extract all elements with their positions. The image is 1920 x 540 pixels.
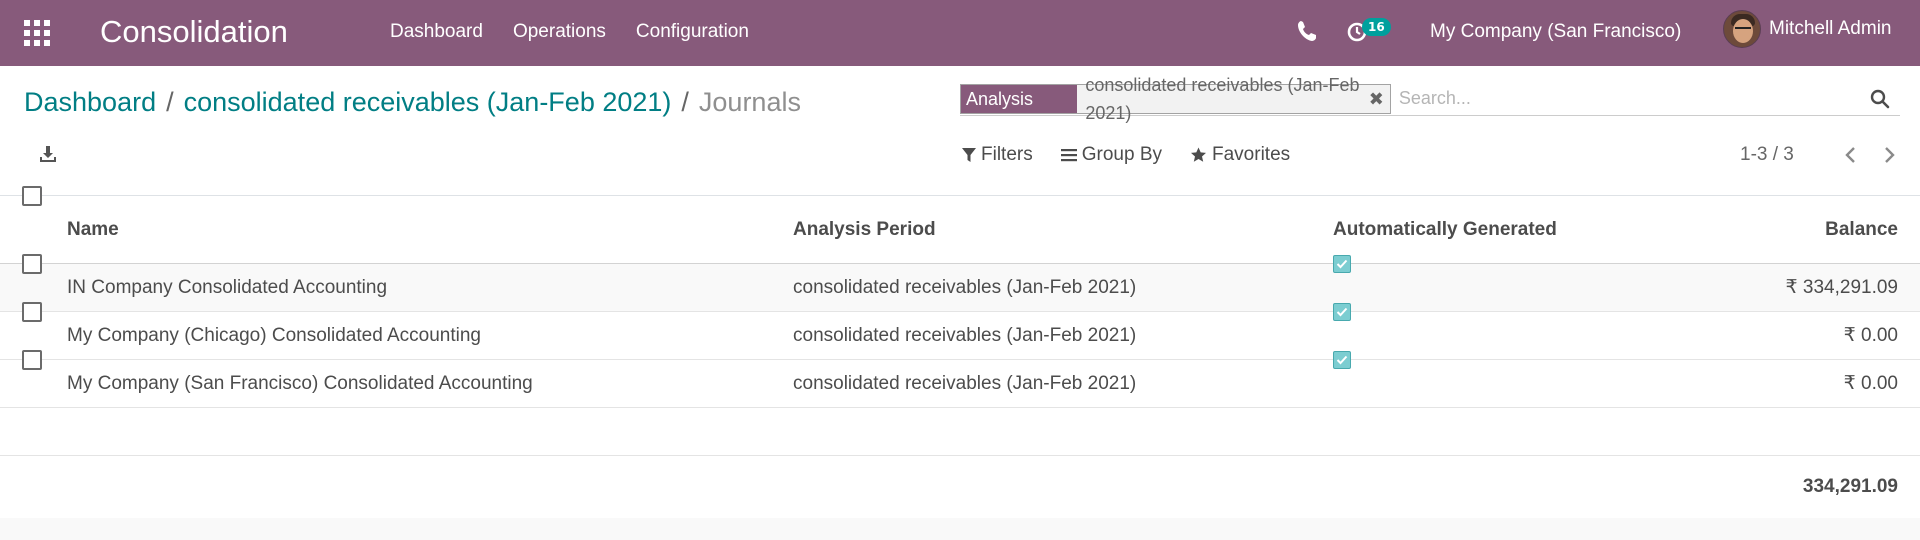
star-icon <box>1191 147 1206 162</box>
pager: 1-3 / 3 <box>1740 143 1902 167</box>
group-by-label: Group By <box>1081 144 1162 165</box>
checkmark-icon <box>1336 355 1348 365</box>
filter-icon <box>962 148 976 162</box>
auto-generated-checkbox <box>1333 351 1351 369</box>
row-balance: ₹ 334,291.09 <box>1785 277 1898 298</box>
pager-previous-button[interactable] <box>1838 143 1862 167</box>
pager-value[interactable]: 1-3 / 3 <box>1740 143 1794 167</box>
top-navbar: Consolidation Dashboard Operations Confi… <box>0 0 1920 66</box>
search-facet: Analysis Period consolidated receivables… <box>960 75 1391 137</box>
facet-value-wrap: consolidated receivables (Jan-Feb 2021) … <box>1077 75 1390 123</box>
company-switcher[interactable]: My Company (San Francisco) <box>1430 20 1681 44</box>
main-menu: Dashboard Operations Configuration <box>390 20 749 44</box>
search-input[interactable] <box>1398 83 1900 114</box>
balance-total: 334,291.09 <box>1802 476 1898 497</box>
auto-generated-checkbox <box>1333 303 1351 321</box>
menu-item-operations[interactable]: Operations <box>513 20 606 44</box>
column-header-period[interactable]: Analysis Period <box>793 196 936 264</box>
empty-row <box>0 408 1920 456</box>
row-balance: ₹ 0.00 <box>1843 325 1898 346</box>
row-checkbox[interactable] <box>22 254 42 274</box>
user-menu[interactable]: Mitchell Admin <box>1723 10 1892 48</box>
column-header-auto[interactable]: Automatically Generated <box>1333 196 1557 264</box>
breadcrumb-separator: / <box>681 87 689 117</box>
row-period: consolidated receivables (Jan-Feb 2021) <box>793 373 1137 394</box>
breadcrumb-dashboard[interactable]: Dashboard <box>24 84 156 120</box>
app-title[interactable]: Consolidation <box>100 12 288 52</box>
menu-item-dashboard[interactable]: Dashboard <box>390 20 483 44</box>
row-period: consolidated receivables (Jan-Feb 2021) <box>793 325 1137 346</box>
apps-grid-icon[interactable] <box>24 20 50 46</box>
download-button[interactable] <box>38 144 60 166</box>
row-balance: ₹ 0.00 <box>1843 373 1898 394</box>
journals-list: Name Analysis Period Automatically Gener… <box>0 186 1920 518</box>
checkmark-icon <box>1336 307 1348 317</box>
control-panel: Dashboard / consolidated receivables (Ja… <box>0 66 1920 196</box>
download-icon <box>40 146 56 162</box>
row-checkbox[interactable] <box>22 302 42 322</box>
avatar <box>1723 10 1761 48</box>
table-row[interactable]: My Company (Chicago) Consolidated Accoun… <box>0 302 1920 360</box>
activity-count-badge: 16 <box>1362 18 1391 36</box>
chevron-left-icon <box>1845 147 1855 163</box>
search-bar: Analysis Period consolidated receivables… <box>960 75 1900 137</box>
chevron-right-icon <box>1885 147 1895 163</box>
facet-value: consolidated receivables (Jan-Feb 2021) <box>1085 75 1360 123</box>
filters-button[interactable]: Filters <box>962 143 1033 167</box>
close-icon[interactable]: ✖ <box>1369 85 1384 113</box>
search-options: Filters Group By Favorites <box>962 143 1290 167</box>
table-footer: 334,291.09 <box>0 456 1920 518</box>
auto-generated-checkbox <box>1333 255 1351 273</box>
activity-button[interactable]: 16 <box>1346 18 1396 46</box>
breadcrumb-current: Journals <box>698 87 801 117</box>
favorites-label: Favorites <box>1212 144 1291 165</box>
row-period: consolidated receivables (Jan-Feb 2021) <box>793 277 1137 298</box>
breadcrumb: Dashboard / consolidated receivables (Ja… <box>24 84 801 120</box>
phone-icon[interactable] <box>1297 20 1319 44</box>
pager-next-button[interactable] <box>1878 143 1902 167</box>
favorites-button[interactable]: Favorites <box>1190 143 1290 167</box>
group-by-button[interactable]: Group By <box>1060 143 1162 167</box>
column-header-name[interactable]: Name <box>67 196 119 264</box>
table-row[interactable]: My Company (San Francisco) Consolidated … <box>0 350 1920 408</box>
column-header-balance[interactable]: Balance <box>1825 196 1898 264</box>
checkmark-icon <box>1336 259 1348 269</box>
user-name: Mitchell Admin <box>1769 18 1892 39</box>
table-header: Name Analysis Period Automatically Gener… <box>0 186 1920 264</box>
row-name: My Company (Chicago) Consolidated Accoun… <box>67 325 481 346</box>
menu-item-configuration[interactable]: Configuration <box>636 20 749 44</box>
search-icon[interactable] <box>1870 89 1890 109</box>
breadcrumb-analysis-period[interactable]: consolidated receivables (Jan-Feb 2021) <box>184 84 672 120</box>
select-all-checkbox[interactable] <box>22 186 42 206</box>
row-checkbox[interactable] <box>22 350 42 370</box>
bars-icon <box>1060 149 1077 162</box>
filters-label: Filters <box>981 144 1033 165</box>
row-name: My Company (San Francisco) Consolidated … <box>67 373 533 394</box>
facet-label: Analysis Period <box>961 85 1078 137</box>
row-name: IN Company Consolidated Accounting <box>67 277 388 298</box>
breadcrumb-separator: / <box>166 87 174 117</box>
table-row[interactable]: IN Company Consolidated Accounting conso… <box>0 254 1920 312</box>
